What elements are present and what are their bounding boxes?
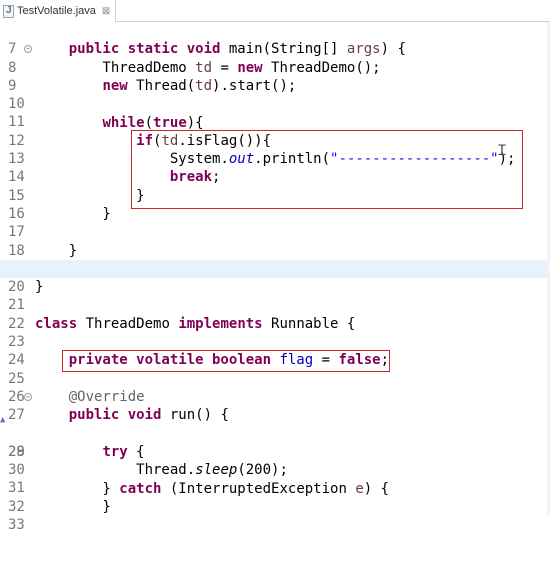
code-token: td	[195, 77, 213, 94]
tab-testvolatile[interactable]: TestVolatile.java ⊠	[0, 0, 116, 22]
code-token: (InterruptedException	[161, 480, 356, 497]
code-token: Thread(	[127, 77, 196, 94]
code-line: 27 − @Override	[0, 388, 550, 423]
code-line: 11	[0, 95, 550, 130]
code-token: while	[102, 114, 145, 131]
code-token: e	[355, 480, 364, 497]
code-token: public static void	[35, 41, 229, 58]
code-line: 10 new Thread(td).start();	[0, 77, 550, 112]
code-line: 31 Thread.sleep(200);	[0, 461, 550, 496]
collapse-icon[interactable]: −	[24, 393, 32, 401]
code-line: 30 try {	[0, 443, 550, 478]
code-line: 33 }	[0, 498, 550, 533]
code-token: ThreadDemo	[77, 315, 179, 332]
text-cursor-icon: Ｉ	[495, 143, 509, 159]
code-token: run() {	[161, 407, 229, 424]
line-number: 33	[8, 517, 25, 534]
code-line: ▲ 28 public void run() {	[0, 406, 550, 460]
code-token: try	[102, 443, 128, 460]
highlight-box-if-block	[131, 130, 523, 209]
code-token: @Override	[35, 389, 145, 405]
code-token: =	[212, 59, 238, 76]
code-line: 7	[0, 22, 550, 57]
java-file-icon	[3, 4, 14, 18]
code-token: args	[346, 41, 381, 58]
code-token: true	[153, 114, 187, 131]
code-line: 26	[0, 370, 550, 405]
highlight-box-flag-field	[62, 350, 390, 372]
code-line: 22	[0, 297, 550, 332]
code-token: {	[127, 443, 145, 460]
code-token: implements	[178, 315, 263, 332]
editor-tab-bar: TestVolatile.java ⊠	[0, 0, 550, 22]
code-line: 29	[0, 425, 550, 460]
current-line: 20	[0, 259, 550, 295]
code-line: 21 }	[0, 278, 550, 313]
code-line: 32 } catch (InterruptedException e) {	[0, 480, 550, 515]
code-editor[interactable]: 7 8 − public static void main(String[] a…	[0, 22, 550, 533]
code-token: public void	[68, 407, 162, 424]
code-token: catch	[119, 480, 162, 497]
code-token: }	[35, 242, 78, 259]
close-icon[interactable]: ⊠	[102, 6, 110, 17]
code-token: Thread.	[35, 462, 196, 479]
code-token: ) {	[363, 480, 390, 497]
collapse-icon[interactable]: −	[24, 45, 32, 54]
code-token: ThreadDemo();	[262, 59, 381, 76]
code-token: }	[35, 279, 44, 296]
code-line: 23 class ThreadDemo implements Runnable …	[0, 315, 550, 350]
code-token: ) {	[380, 41, 406, 58]
code-line: 18	[0, 223, 550, 259]
code-token: new	[237, 59, 263, 76]
code-token: ThreadDemo	[35, 59, 196, 76]
code-token: main(String[]	[228, 41, 347, 58]
code-token: Runnable {	[262, 315, 356, 332]
code-token: class	[35, 315, 78, 332]
code-line: 8 − public static void main(String[] arg…	[0, 40, 550, 75]
code-token: ).start();	[212, 77, 297, 94]
code-token: new	[102, 77, 128, 94]
code-token: td	[195, 59, 213, 76]
tab-label: TestVolatile.java	[17, 5, 96, 17]
code-line: 19 }	[0, 242, 550, 277]
code-token: (	[144, 114, 154, 131]
code-token: }	[35, 480, 120, 497]
code-token: sleep	[195, 462, 238, 479]
code-token: }	[35, 498, 111, 515]
code-token: }	[35, 187, 145, 204]
code-line: 9 ThreadDemo td = new ThreadDemo();	[0, 59, 550, 94]
code-token: ){	[186, 114, 204, 131]
code-line: 24	[0, 333, 550, 368]
code-token: (200);	[237, 462, 288, 479]
code-token: }	[35, 206, 111, 222]
